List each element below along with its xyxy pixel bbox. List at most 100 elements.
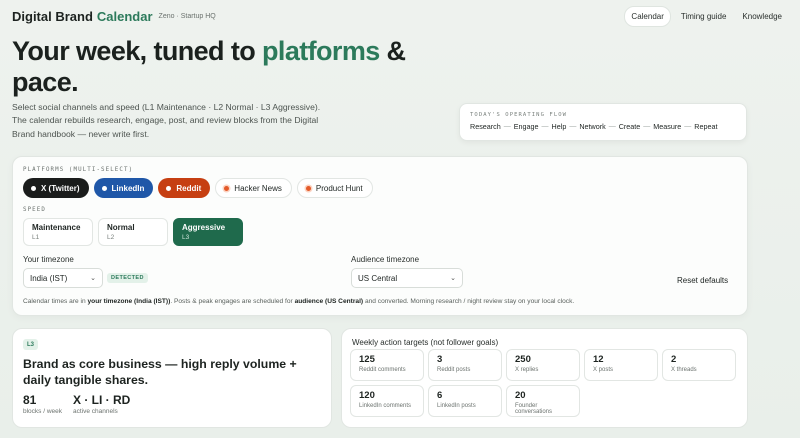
stat-value: 81	[23, 393, 37, 407]
flow-separator: —	[541, 123, 549, 130]
target-label: X threads	[671, 367, 697, 373]
speed-name: Aggressive	[182, 223, 226, 232]
audience-timezone-label: Audience timezone	[351, 255, 420, 264]
plan-summary-card: L3 Brand as core business — high reply v…	[12, 328, 332, 428]
stat-blocks: 81 blocks / week	[23, 393, 62, 415]
audience-timezone-select[interactable]: US Central ⌄	[351, 268, 463, 288]
target-label: Reddit comments	[359, 367, 406, 373]
target-value: 125	[359, 354, 375, 365]
nav-timing-guide[interactable]: Timing guide	[675, 7, 733, 26]
stat-value: X · LI · RD	[73, 393, 131, 407]
platform-dot-icon	[166, 185, 172, 191]
hero-title: Your week, tuned to platforms & pace.	[12, 36, 432, 98]
note-text: . Posts & peak engages are scheduled for	[170, 298, 295, 305]
audience-timezone-value: US Central	[358, 273, 398, 283]
hero-description: Select social channels and speed (L1 Mai…	[12, 102, 321, 139]
platform-chip-label: Reddit	[176, 183, 202, 193]
target-x-replies: 250 X replies	[506, 349, 580, 381]
flow-step: Research	[470, 122, 501, 131]
platforms-label: PLATFORMS (MULTI-SELECT)	[23, 167, 134, 173]
workspace-subtitle: Zeno · Startup HQ	[158, 12, 216, 20]
target-label: LinkedIn comments	[359, 403, 412, 409]
reset-defaults-button[interactable]: Reset defaults	[671, 272, 734, 289]
platform-chips: X (Twitter) LinkedIn Reddit Hacker News …	[23, 178, 373, 198]
flow-step: Repeat	[694, 122, 718, 131]
speed-level: L3	[182, 234, 190, 241]
stat-channels: X · LI · RD active channels	[73, 393, 130, 415]
platform-chip-label: Hacker News	[234, 183, 282, 193]
your-timezone-select[interactable]: India (IST) ⌄	[23, 268, 103, 288]
speed-level: L1	[32, 234, 40, 241]
settings-card: PLATFORMS (MULTI-SELECT) X (Twitter) Lin…	[12, 156, 748, 316]
flow-step: Network	[579, 122, 606, 131]
hero-title-highlight: platforms	[262, 36, 380, 66]
main-nav: Calendar Timing guide Knowledge	[624, 5, 788, 27]
flow-separator: —	[503, 123, 511, 130]
target-founder-conversations: 20 Founder conversations	[506, 385, 580, 417]
note-your-timezone: your timezone (India (IST))	[87, 298, 171, 305]
your-timezone-label: Your timezone	[23, 255, 74, 264]
speed-option-normal[interactable]: Normal L2	[98, 218, 168, 246]
speed-option-aggressive[interactable]: Aggressive L3	[173, 218, 243, 246]
target-value: 12	[593, 354, 604, 365]
top-bar: Digital Brand Calendar Zeno · Startup HQ …	[12, 5, 788, 27]
platform-dot-icon	[224, 185, 230, 191]
plan-title: Brand as core business — high reply volu…	[23, 357, 297, 387]
platform-chip-label: LinkedIn	[111, 183, 145, 193]
flow-separator: —	[684, 123, 692, 130]
operating-flow-card: TODAY'S OPERATING FLOW Research — Engage…	[459, 103, 747, 141]
chevron-down-icon: ⌄	[90, 275, 96, 282]
nav-knowledge[interactable]: Knowledge	[736, 7, 788, 26]
nav-calendar[interactable]: Calendar	[624, 5, 671, 27]
flow-step: Create	[618, 122, 641, 131]
platform-chip-reddit[interactable]: Reddit	[158, 178, 211, 198]
platform-dot-icon	[305, 185, 311, 191]
stat-label: blocks / week	[23, 408, 63, 415]
target-label: Reddit posts	[437, 367, 471, 373]
flow-separator: —	[608, 123, 616, 130]
flow-separator: —	[569, 123, 577, 130]
target-label: LinkedIn posts	[437, 403, 476, 409]
note-text: Calendar times are in	[23, 298, 88, 305]
platform-dot-icon	[31, 185, 36, 191]
weekly-targets-card: Weekly action targets (not follower goal…	[341, 328, 748, 428]
target-value: 20	[515, 390, 526, 401]
timezone-note: Calendar times are in your timezone (Ind…	[23, 298, 574, 305]
flow-separator: —	[643, 123, 651, 130]
target-linkedin-comments: 120 LinkedIn comments	[350, 385, 424, 417]
target-value: 6	[437, 390, 443, 401]
target-reddit-comments: 125 Reddit comments	[350, 349, 424, 381]
platform-chip-hacker-news[interactable]: Hacker News	[215, 178, 292, 198]
target-x-posts: 12 X posts	[584, 349, 658, 381]
speed-options: Maintenance L1 Normal L2 Aggressive L3	[23, 218, 243, 246]
target-value: 2	[671, 354, 677, 365]
your-timezone-value: India (IST)	[30, 273, 68, 283]
platform-chip-x[interactable]: X (Twitter)	[23, 178, 89, 198]
brand-logo[interactable]: Digital Brand Calendar	[12, 9, 153, 24]
flow-step: Help	[551, 122, 567, 131]
target-label: X posts	[593, 367, 614, 373]
detected-badge: DETECTED	[107, 273, 148, 283]
platform-chip-product-hunt[interactable]: Product Hunt	[296, 178, 373, 198]
target-linkedin-posts: 6 LinkedIn posts	[428, 385, 502, 417]
note-audience-timezone: audience (US Central)	[294, 298, 364, 305]
speed-level: L2	[107, 234, 115, 241]
platform-chip-label: X (Twitter)	[41, 183, 80, 193]
platform-dot-icon	[101, 185, 107, 191]
chevron-down-icon: ⌄	[450, 275, 456, 282]
operating-flow-label: TODAY'S OPERATING FLOW	[470, 112, 568, 118]
flow-step: Engage	[513, 122, 539, 131]
speed-label: SPEED	[23, 207, 46, 213]
speed-name: Maintenance	[32, 223, 81, 232]
hero-title-pre: Your week, tuned to	[12, 36, 263, 66]
flow-step: Measure	[653, 122, 682, 131]
target-value: 3	[437, 354, 443, 365]
target-label: Founder conversations	[515, 403, 553, 415]
brand-name: Digital Brand	[12, 8, 93, 24]
brand-accent: Calendar	[96, 8, 153, 24]
speed-option-maintenance[interactable]: Maintenance L1	[23, 218, 93, 246]
target-label: X replies	[515, 367, 539, 373]
platform-chip-label: Product Hunt	[315, 183, 363, 193]
platform-chip-linkedin[interactable]: LinkedIn	[93, 178, 154, 198]
target-x-threads: 2 X threads	[662, 349, 736, 381]
